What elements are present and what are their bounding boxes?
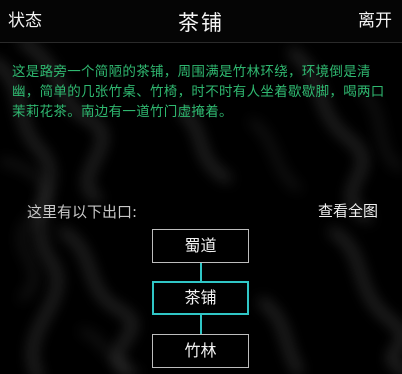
exits-label: 这里有以下出口:	[27, 203, 138, 221]
top-bar: 状态 茶铺 离开	[0, 0, 402, 43]
room-description: 这是路旁一个简陋的茶铺，周围满是竹林环绕，环境倒是清幽，简单的几张竹桌、竹椅，时…	[12, 64, 385, 120]
current-room: 茶铺	[152, 281, 249, 315]
map-connector-south	[200, 315, 202, 334]
leave-button[interactable]: 离开	[358, 10, 392, 32]
map-connector-north	[200, 263, 202, 281]
view-full-map-button[interactable]: 查看全图	[318, 200, 378, 221]
exit-room-north[interactable]: 蜀道	[152, 229, 249, 263]
location-title: 茶铺	[178, 11, 224, 35]
exit-room-south[interactable]: 竹林	[152, 334, 249, 368]
